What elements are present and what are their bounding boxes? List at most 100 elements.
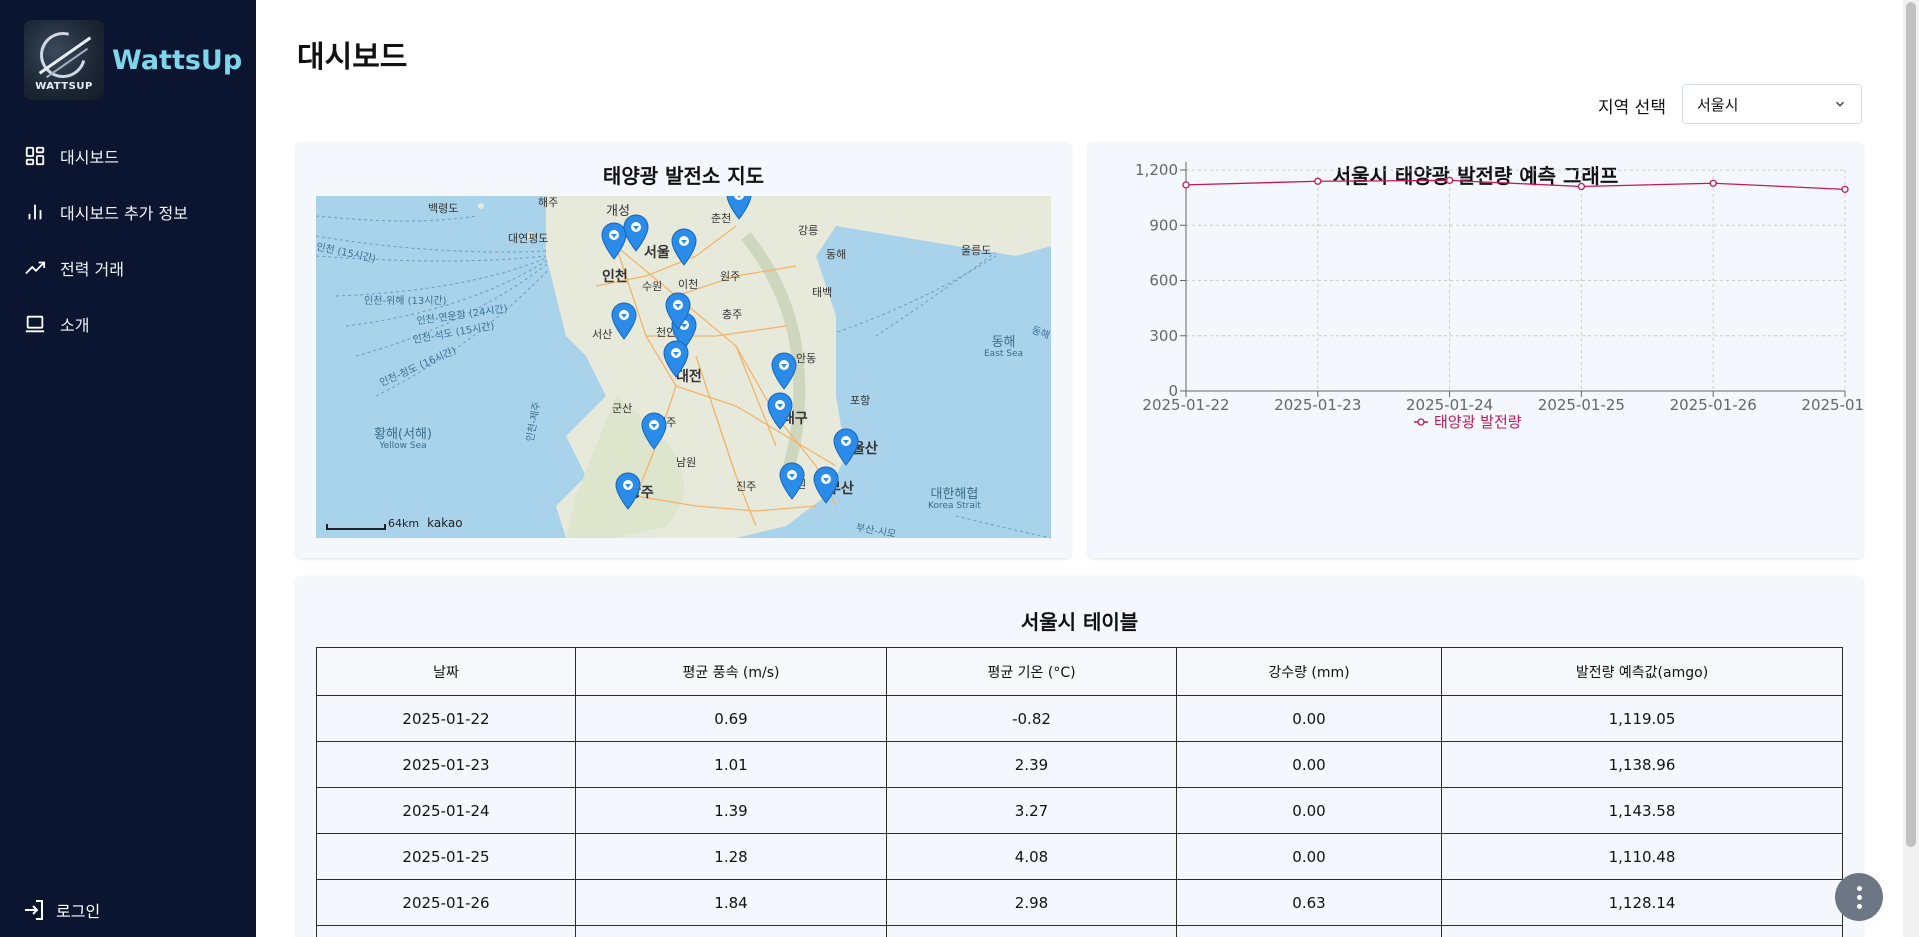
table-header-cell: 평균 풍속 (m/s) [575,647,887,696]
page-title: 대시보드 [297,40,408,75]
legend-label: 태양광 발전량 [1434,413,1522,431]
table-row [316,925,1843,937]
map-marker[interactable] [662,340,690,378]
table-cell: 1.84 [575,879,887,926]
x-tick-label: 2025-01-27 [1801,396,1863,414]
sidebar-nav: 대시보드 대시보드 추가 정보 전력 거래 소개 [0,128,256,352]
table-cell: 1,128.14 [1441,879,1843,926]
table-cell: 2025-01-24 [316,787,576,834]
app-logo: WATTSUP [24,20,104,100]
sidebar-item-dashboard[interactable]: 대시보드 [0,128,256,184]
table-cell: 1.39 [575,787,887,834]
table-row: 2025-01-23 1.01 2.39 0.00 1,138.96 [316,741,1843,788]
table-cell [316,925,576,937]
table-cell [1176,925,1442,937]
map-label-icheon: 이천 [678,278,699,291]
legend-marker [1417,418,1425,426]
x-tick-label: 2025-01-26 [1670,396,1757,414]
map-label-taebaek: 태백 [812,286,833,299]
page-scrollbar[interactable] [1903,0,1919,937]
sidebar-item-label: 대시보드 추가 정보 [60,204,188,223]
table-cell: 1.28 [575,833,887,880]
table-cell [886,925,1177,937]
forecast-line-chart[interactable]: 03006009001,2002025-01-22 2025-01-23 2025-… [1088,142,1863,558]
data-point [1709,179,1717,187]
y-tick-label: 900 [1149,216,1178,234]
region-select-value: 서울시 [1696,95,1739,114]
map-label-wonju: 원주 [720,270,741,283]
sidebar-item-dashboard-extra[interactable]: 대시보드 추가 정보 [0,184,256,240]
chevron-down-icon [1835,101,1844,107]
brand[interactable]: WATTSUP WattsUp [24,20,242,100]
table-row: 2025-01-26 1.84 2.98 0.63 1,128.14 [316,879,1843,926]
map-marker[interactable] [778,462,806,500]
map-marker[interactable] [610,302,638,340]
x-tick-label: 2025-01-25 [1538,396,1625,414]
login-label: 로그인 [56,902,101,921]
bar-chart-icon [28,204,42,220]
map-label-jinju: 진주 [736,480,757,493]
table-cell: 2.98 [886,879,1177,926]
region-select[interactable]: 서울시 [1681,84,1862,124]
table-cell: 0.00 [1176,741,1442,788]
map-label-andong: 안동 [796,352,817,365]
dashboard-icon [25,146,45,166]
y-tick-label: 600 [1149,272,1178,290]
map-marker[interactable] [614,472,642,510]
table-cell: 2025-01-22 [316,695,576,742]
table-cell: 2025-01-26 [316,879,576,926]
series-line [1185,179,1846,190]
table-cell: 2.39 [886,741,1177,788]
table-cell [575,925,887,937]
sidebar-item-label: 전력 거래 [60,260,124,279]
data-point [1577,182,1586,191]
y-tick-label: 1,200 [1135,161,1178,179]
sidebar-item-about[interactable]: 소개 [0,296,256,352]
map-sea-yellow: 황해(서해) Yellow Sea [374,427,432,452]
map-card-title: 태양광 발전소 지도 [602,164,765,188]
table-cell: 0.63 [1176,879,1442,926]
app-name: WattsUp [112,44,243,76]
map-label-donghae: 동해 [826,248,847,261]
table-cell: 3.27 [886,787,1177,834]
x-tick-label: 2025-01-24 [1406,396,1493,414]
map-label-ulleungdo: 울릉도 [961,244,992,257]
map-label-namwon: 남원 [676,456,697,469]
sidebar-item-label: 소개 [60,316,90,335]
scrollbar-thumb[interactable] [1906,2,1916,847]
map-label-chungju: 충주 [722,308,743,321]
map-marker[interactable] [832,428,860,466]
table-cell: 1,138.96 [1441,741,1843,788]
table-cell: 0.00 [1176,787,1442,834]
map-marker[interactable] [766,392,794,430]
laptop-icon [25,315,45,333]
logo-text: WATTSUP [35,81,93,92]
map-sea-east: 동해 East Sea [984,335,1024,360]
table-row: 2025-01-24 1.39 3.27 0.00 1,143.58 [316,787,1843,834]
data-point [1182,181,1190,189]
map-marker[interactable] [812,466,840,504]
sidebar-item-power-trade[interactable]: 전력 거래 [0,240,256,296]
table-cell [1441,925,1843,937]
map-marker[interactable] [725,196,753,220]
table-cell: 1.01 [575,741,887,788]
map-label-haeju: 해주 [538,196,559,209]
map-marker[interactable] [640,412,668,450]
more-options-button[interactable] [1835,873,1883,921]
login-button[interactable]: 로그인 [22,898,100,922]
map-marker[interactable] [664,292,692,330]
x-tick-label: 2025-01-23 [1274,396,1361,414]
map-marker[interactable] [622,214,650,252]
map-marker[interactable] [770,352,798,390]
table-header-row: 날짜 평균 풍속 (m/s) 평균 기온 (°C) 강수량 (mm) 발전량 예… [316,647,1843,696]
table-cell: 2025-01-23 [316,741,576,788]
table-header-cell: 날짜 [316,647,576,696]
table-cell: 2025-01-25 [316,833,576,880]
map-scale-label: 64km [388,517,420,530]
map-label-daeyeonpyeongdo: 대연평도 [508,232,549,245]
solar-plant-map[interactable]: 해주 백령도 개성 춘천 강릉 대연평도 인천 서울 동해 울릉도 원주 수원 … [316,196,1051,538]
map-scale: 64km kakao [326,516,463,530]
map-marker[interactable] [670,228,698,266]
map-label-pohang: 포항 [850,394,871,407]
table-cell: 1,119.05 [1441,695,1843,742]
